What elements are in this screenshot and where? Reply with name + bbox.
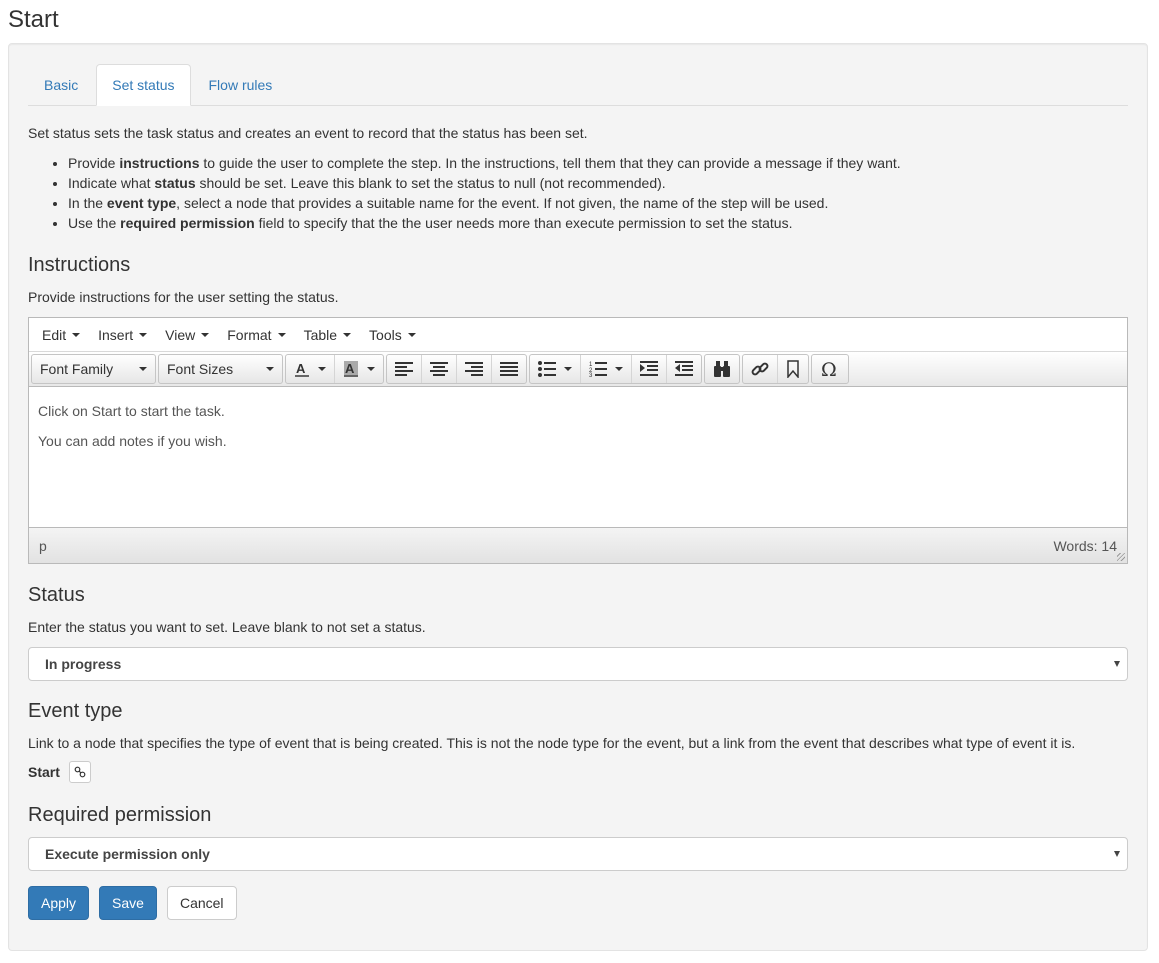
caret-down-icon [139, 367, 147, 371]
font-family-select[interactable]: Font Family [32, 355, 155, 383]
event-type-value: Start [28, 764, 60, 780]
dropdown-arrow-icon [1114, 661, 1120, 667]
background-color-button[interactable]: A [335, 355, 383, 383]
apply-button[interactable]: Apply [28, 886, 90, 920]
indent-icon [640, 361, 658, 376]
insert-link-button[interactable] [743, 355, 778, 383]
insert-anchor-button[interactable] [778, 355, 808, 383]
outdent-button[interactable] [667, 355, 701, 383]
caret-down-icon [201, 332, 210, 337]
caret-down-icon [318, 367, 326, 371]
word-count: Words: 14 [1053, 537, 1117, 554]
caret-down-icon [266, 367, 274, 371]
bullet-list-button[interactable] [530, 355, 581, 383]
status-select[interactable]: In progress [28, 647, 1128, 681]
align-right-button[interactable] [457, 355, 492, 383]
link-icon [74, 766, 86, 778]
svg-text:3: 3 [589, 373, 593, 377]
permission-selected-value: Execute permission only [45, 846, 210, 862]
menu-format[interactable]: Format [218, 327, 294, 343]
rich-text-editor: Edit Insert View Format Table Tools Font… [28, 317, 1128, 564]
align-right-icon [465, 362, 483, 376]
editor-menubar: Edit Insert View Format Table Tools [29, 318, 1127, 352]
align-left-icon [395, 362, 413, 376]
align-justify-icon [500, 362, 518, 376]
help-item: Use the required permission field to spe… [68, 213, 1128, 233]
resize-handle-icon[interactable] [1117, 553, 1125, 561]
text-color-icon: A [295, 361, 309, 377]
editor-paragraph: Click on Start to start the task. [38, 403, 225, 419]
cancel-button[interactable]: Cancel [166, 886, 237, 920]
background-color-icon: A [344, 361, 358, 377]
menu-edit[interactable]: Edit [33, 327, 89, 343]
svg-text:A: A [345, 361, 355, 376]
tab-set-status[interactable]: Set status [96, 64, 191, 106]
help-item: Provide instructions to guide the user t… [68, 153, 1128, 173]
page-title: Start [8, 6, 59, 33]
omega-icon: Ω [821, 360, 837, 378]
permission-select[interactable]: Execute permission only [28, 837, 1128, 871]
svg-text:A: A [296, 361, 306, 376]
menu-table[interactable]: Table [295, 327, 360, 343]
menu-insert[interactable]: Insert [89, 327, 156, 343]
caret-down-icon [139, 332, 148, 337]
bookmark-icon [787, 360, 799, 378]
align-center-icon [430, 362, 448, 376]
numbered-list-icon: 123 [589, 362, 607, 377]
link-icon [751, 362, 769, 376]
editor-statusbar: p Words: 14 [29, 527, 1127, 563]
numbered-list-button[interactable]: 123 [581, 355, 632, 383]
event-type-heading: Event type [28, 700, 123, 722]
editor-toolbar: Font Family Font Sizes A A 1 2 3 Ω [29, 352, 1127, 387]
caret-down-icon [367, 367, 375, 371]
menu-view[interactable]: View [156, 327, 218, 343]
font-sizes-select[interactable]: Font Sizes [159, 355, 282, 383]
align-center-button[interactable] [422, 355, 457, 383]
text-color-button[interactable]: A [286, 355, 335, 383]
editor-content[interactable]: Click on Start to start the task. You ca… [29, 387, 1127, 527]
intro-text: Set status sets the task status and crea… [28, 125, 588, 141]
tab-flow-rules[interactable]: Flow rules [193, 64, 289, 105]
binoculars-icon [714, 361, 730, 377]
caret-down-icon [615, 367, 623, 371]
event-type-description: Link to a node that specifies the type o… [28, 735, 1076, 751]
special-character-button[interactable]: Ω [812, 355, 848, 383]
edit-link-button[interactable] [68, 761, 91, 783]
caret-down-icon [277, 332, 286, 337]
menu-tools[interactable]: Tools [360, 327, 425, 343]
instructions-description: Provide instructions for the user settin… [28, 289, 339, 305]
caret-down-icon [564, 367, 572, 371]
event-type-field: Start [28, 761, 1128, 783]
tab-bar: Basic Set status Flow rules [28, 64, 1128, 106]
save-button[interactable]: Save [99, 886, 157, 920]
outdent-icon [675, 361, 693, 376]
help-item: In the event type, select a node that pr… [68, 193, 1128, 213]
settings-panel: Basic Set status Flow rules Set status s… [8, 43, 1148, 951]
align-left-button[interactable] [387, 355, 422, 383]
element-path[interactable]: p [39, 538, 47, 554]
caret-down-icon [407, 332, 416, 337]
caret-down-icon [72, 332, 81, 337]
indent-button[interactable] [632, 355, 667, 383]
action-buttons: Apply Save Cancel [28, 886, 1128, 920]
instructions-heading: Instructions [28, 254, 131, 276]
bullet-list-icon [538, 361, 556, 377]
help-list: Provide instructions to guide the user t… [28, 153, 1128, 233]
help-item: Indicate what status should be set. Leav… [68, 173, 1128, 193]
permission-heading: Required permission [28, 804, 212, 826]
find-replace-button[interactable] [705, 355, 739, 383]
status-heading: Status [28, 584, 85, 606]
editor-paragraph: You can add notes if you wish. [38, 433, 227, 449]
dropdown-arrow-icon [1114, 851, 1120, 857]
status-description: Enter the status you want to set. Leave … [28, 619, 426, 635]
status-selected-value: In progress [45, 656, 122, 672]
svg-text:Ω: Ω [821, 360, 837, 378]
tab-basic[interactable]: Basic [28, 64, 94, 105]
caret-down-icon [343, 332, 352, 337]
align-justify-button[interactable] [492, 355, 526, 383]
